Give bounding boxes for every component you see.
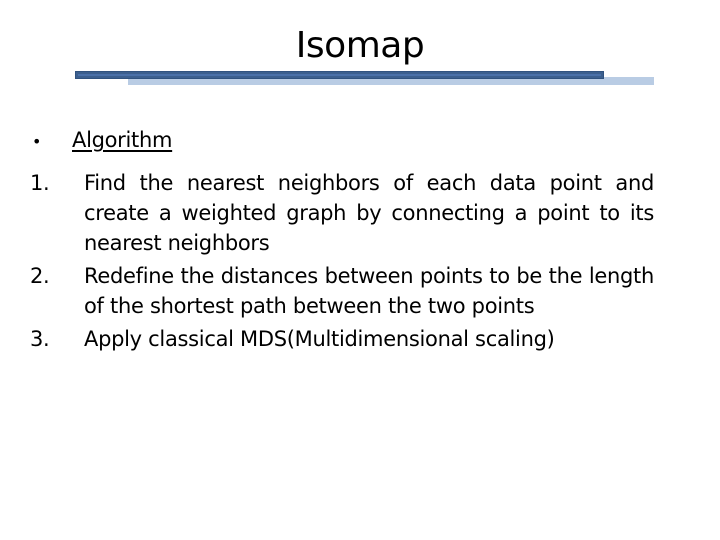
step-number: 1. xyxy=(30,171,50,195)
step-number: 3. xyxy=(30,327,50,351)
slide-title: Isomap xyxy=(295,25,425,66)
title-underline xyxy=(75,71,604,79)
step-text: Find the nearest neighbors of each data … xyxy=(84,171,654,255)
step-item: 1. Find the nearest neighbors of each da… xyxy=(30,168,690,258)
step-text: Redefine the distances between points to… xyxy=(84,264,654,318)
slide-body: • Algorithm 1. Find the nearest neighbor… xyxy=(30,128,690,357)
step-item: 2. Redefine the distances between points… xyxy=(30,261,690,321)
title-underline-highlight xyxy=(78,74,601,76)
bullet-heading: Algorithm xyxy=(72,128,173,152)
bullet-icon: • xyxy=(32,132,42,151)
bullet-item: • Algorithm xyxy=(30,128,690,168)
step-text: Apply classical MDS(Multidimensional sca… xyxy=(84,327,555,351)
step-number: 2. xyxy=(30,264,50,288)
step-item: 3. Apply classical MDS(Multidimensional … xyxy=(30,324,690,354)
